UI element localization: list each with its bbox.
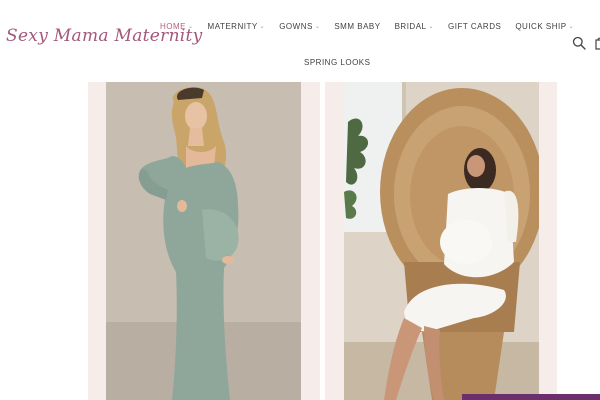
chat-widget-bar[interactable] xyxy=(462,394,600,400)
main-nav: HOME ⌄ MATERNITY ⌄ GOWNS ⌄ SMM BABY BRID… xyxy=(160,19,588,33)
nav-item-home[interactable]: HOME ⌄ xyxy=(160,22,194,31)
nav-item-label: GOWNS xyxy=(279,21,313,31)
cart-icon[interactable] xyxy=(594,36,600,50)
chevron-down-icon: ⌄ xyxy=(259,23,266,30)
green-gown-illustration xyxy=(106,82,301,400)
chevron-down-icon: ⌄ xyxy=(568,23,575,30)
product-grid xyxy=(0,82,600,400)
nav-item-bridal[interactable]: BRIDAL ⌄ xyxy=(395,22,434,31)
nav-item-quick-ship[interactable]: QUICK SHIP ⌄ xyxy=(515,22,574,31)
product-image-green-gown[interactable] xyxy=(106,82,301,400)
white-dress-illustration xyxy=(344,82,539,400)
nav-item-maternity[interactable]: MATERNITY ⌄ xyxy=(208,22,266,31)
chevron-down-icon: ⌄ xyxy=(428,23,435,30)
chevron-down-icon: ⌄ xyxy=(188,23,194,30)
nav-item-label: MATERNITY xyxy=(207,21,258,31)
chevron-down-icon: ⌄ xyxy=(314,23,321,30)
nav-item-smm-baby[interactable]: SMM BABY xyxy=(334,22,380,31)
nav-item-gift-cards[interactable]: GIFT CARDS xyxy=(448,22,501,31)
nav-item-label: HOME xyxy=(160,21,186,31)
nav-item-spring-looks[interactable]: SPRING LOOKS xyxy=(304,58,370,67)
product-image-white-dress[interactable] xyxy=(344,82,539,400)
search-icon[interactable] xyxy=(572,36,586,50)
nav-item-label: BRIDAL xyxy=(394,21,427,31)
nav-item-label: SMM BABY xyxy=(334,21,381,31)
nav-item-gowns[interactable]: GOWNS ⌄ xyxy=(279,22,320,31)
nav-item-label: GIFT CARDS xyxy=(448,21,502,31)
nav-item-label: QUICK SHIP xyxy=(515,21,567,31)
site-header: Sexy Mama Maternity HOME ⌄ MATERNITY ⌄ G… xyxy=(0,0,600,82)
